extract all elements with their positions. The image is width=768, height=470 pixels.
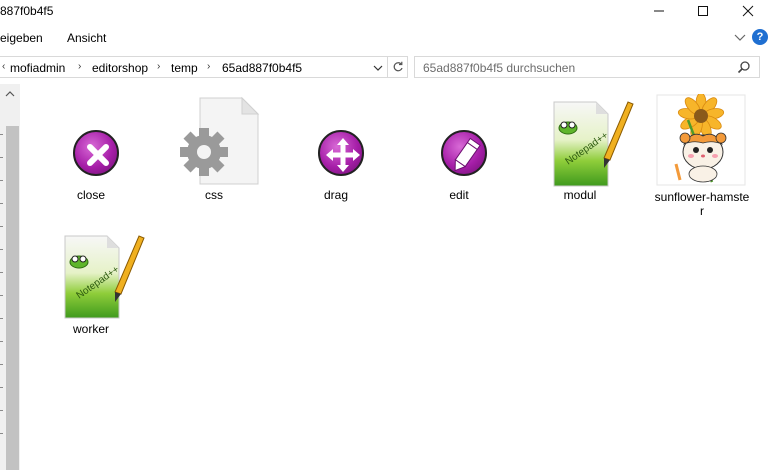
file-name: sunflower-hamster xyxy=(654,190,750,218)
breadcrumb-item[interactable]: 65ad887f0b4f5 xyxy=(222,61,302,75)
nav-tick xyxy=(0,226,3,227)
nav-tick xyxy=(0,249,3,250)
refresh-icon xyxy=(393,61,403,72)
move-icon xyxy=(306,94,366,184)
tab-share[interactable]: eigeben xyxy=(0,31,43,45)
nav-tick xyxy=(0,387,3,388)
search-icon[interactable] xyxy=(737,60,751,74)
tab-view[interactable]: Ansicht xyxy=(67,31,106,45)
navigation-scrollbar[interactable] xyxy=(0,84,20,470)
pencil-icon xyxy=(429,94,489,184)
breadcrumb-separator-icon: ‹ xyxy=(2,61,6,72)
scroll-thumb[interactable] xyxy=(6,126,19,470)
nav-tick xyxy=(0,364,3,365)
nav-tick xyxy=(0,157,3,158)
refresh-button[interactable] xyxy=(388,56,408,78)
breadcrumb-item[interactable]: temp xyxy=(171,61,198,75)
hamster-image-icon xyxy=(656,94,748,186)
scroll-up-icon[interactable] xyxy=(4,90,16,98)
maximize-icon xyxy=(698,6,708,16)
file-item-css[interactable]: css xyxy=(166,94,262,224)
minimize-icon xyxy=(654,10,664,12)
file-item-modul[interactable]: Notepad++ modul xyxy=(532,94,634,224)
gear-file-icon xyxy=(180,94,260,185)
nav-tick xyxy=(0,318,3,319)
help-icon[interactable]: ? xyxy=(752,29,768,45)
nav-tick xyxy=(0,180,3,181)
close-icon xyxy=(742,5,754,17)
file-item-sunflower-hamster[interactable]: sunflower-hamster xyxy=(654,94,750,224)
title-bar: 887f0b4f5 xyxy=(0,0,768,24)
nav-tick xyxy=(0,341,3,342)
file-list: close css drag edit Notepad++ modul sunf… xyxy=(21,84,768,470)
file-name: edit xyxy=(449,188,469,202)
file-item-close[interactable]: close xyxy=(43,94,139,224)
nav-tick xyxy=(0,433,3,434)
file-name: modul xyxy=(563,188,597,202)
window-title: 887f0b4f5 xyxy=(0,4,54,18)
file-item-drag[interactable]: drag xyxy=(288,94,384,224)
file-item-worker[interactable]: Notepad++ worker xyxy=(43,230,145,340)
nav-tick xyxy=(0,203,3,204)
nav-tick xyxy=(0,272,3,273)
close-window-button[interactable] xyxy=(725,0,768,22)
search-input[interactable]: 65ad887f0b4f5 durchsuchen xyxy=(423,61,575,75)
search-box[interactable]: 65ad887f0b4f5 durchsuchen xyxy=(414,56,760,78)
minimize-button[interactable] xyxy=(636,0,682,22)
address-dropdown-icon[interactable] xyxy=(372,62,384,74)
notepadpp-icon: Notepad++ xyxy=(550,94,634,187)
nav-tick xyxy=(0,134,3,135)
chevron-right-icon[interactable]: › xyxy=(157,61,160,72)
notepadpp-icon: Notepad++ xyxy=(61,230,145,320)
chevron-right-icon[interactable]: › xyxy=(78,61,81,72)
file-name: close xyxy=(76,188,105,202)
chevron-right-icon[interactable]: › xyxy=(207,61,210,72)
chevron-down-icon[interactable] xyxy=(733,30,747,44)
ribbon-tabs: eigeben Ansicht xyxy=(0,26,768,50)
breadcrumb-item[interactable]: mofiadmin xyxy=(10,61,65,75)
file-name: drag xyxy=(323,188,349,202)
address-row: ‹ mofiadmin › editorshop › temp › 65ad88… xyxy=(0,54,768,81)
nav-tick xyxy=(0,410,3,411)
maximize-button[interactable] xyxy=(680,0,726,22)
nav-tick xyxy=(0,295,3,296)
file-item-edit[interactable]: edit xyxy=(411,94,507,224)
file-name: worker xyxy=(72,322,109,336)
breadcrumb-item[interactable]: editorshop xyxy=(92,61,148,75)
close-icon xyxy=(61,94,121,184)
address-bar[interactable]: ‹ mofiadmin › editorshop › temp › 65ad88… xyxy=(0,56,388,78)
file-name: css xyxy=(205,188,223,202)
